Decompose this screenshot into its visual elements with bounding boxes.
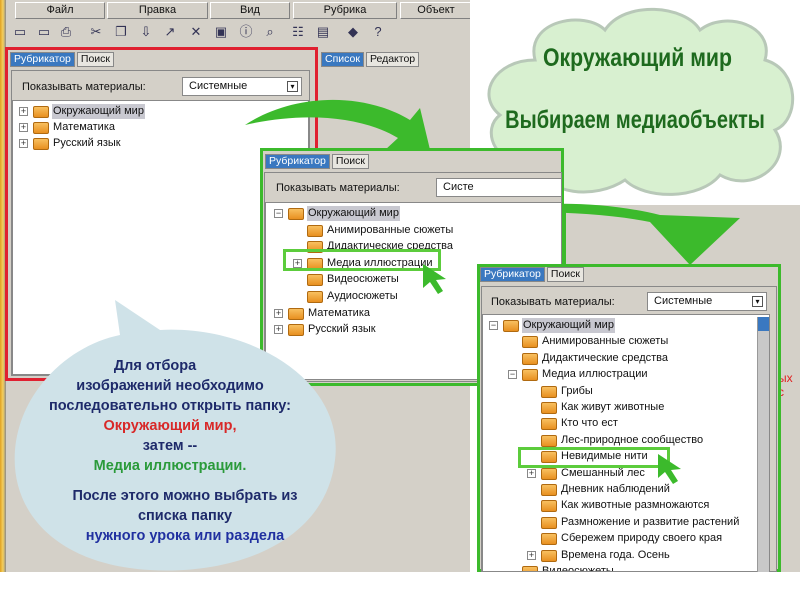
tree-item[interactable]: Кто что ест (483, 416, 769, 431)
folder-icon (522, 566, 538, 571)
folder-icon (541, 418, 557, 431)
tree-item[interactable]: Сбережем природу своего края (483, 531, 769, 546)
tree-item[interactable]: − Окружающий мир (483, 318, 769, 333)
folder-icon (522, 352, 538, 365)
tree-item[interactable]: Анимированные сюжеты (266, 223, 561, 238)
tree-item[interactable]: Как живут животные (483, 400, 769, 415)
tree-item-label: Времена года. Осень (561, 548, 670, 561)
bubble-text: Для отбора изображений необходимо послед… (20, 356, 320, 546)
tree-item[interactable]: + Времена года. Осень (483, 548, 769, 563)
tree-item[interactable]: Как животные размножаются (483, 498, 769, 513)
tree-item-label: Анимированные сюжеты (327, 223, 454, 236)
folder-icon (522, 369, 538, 382)
folder-icon (307, 224, 323, 237)
folder-icon (541, 484, 557, 496)
scrollbar[interactable] (757, 317, 769, 572)
materials-select[interactable]: Систе (436, 178, 562, 197)
bubble-line: затем -- (142, 438, 198, 454)
tree-item-label: Размножение и развитие растений (561, 515, 740, 528)
expand-icon[interactable]: + (527, 550, 536, 560)
folder-icon (288, 208, 304, 220)
folder-icon (503, 320, 519, 332)
tree-item[interactable]: Дневник наблюдений (483, 482, 769, 497)
bubble-line: Для отбора (113, 358, 197, 374)
tree-item[interactable]: − Окружающий мир (266, 206, 561, 221)
tree-item-label: Окружающий мир (307, 206, 400, 221)
bubble-line-highlight-red: Окружающий мир, (103, 418, 237, 434)
folder-icon (541, 434, 557, 447)
folder-icon (541, 402, 557, 414)
tab-search[interactable]: Поиск (546, 267, 585, 282)
tree-item-label: Как животные размножаются (561, 499, 710, 512)
folder-icon (541, 549, 557, 562)
folder-icon (541, 467, 557, 480)
folder-icon (541, 385, 557, 398)
scrollbar-thumb[interactable] (758, 317, 769, 331)
tree-item-label: Как живут животные (561, 401, 665, 413)
filter-label: Показывать материалы: (491, 296, 615, 308)
bubble-line: изображений необходимо (76, 378, 264, 394)
tree-item-label: Лес-природное сообщество (561, 433, 704, 446)
tab-rubricator[interactable]: Рубрикатор (480, 267, 545, 282)
folder-icon (541, 500, 557, 513)
tree-item-label: Кто что ест (561, 417, 618, 430)
tree-item[interactable]: Грибы (483, 384, 769, 399)
tab-search[interactable]: Поиск (331, 154, 370, 169)
bubble-line: последовательно открыть папку: (48, 398, 292, 414)
tree-item[interactable]: Размножение и развитие растений (483, 515, 769, 530)
bubble-line: списка папку (137, 508, 233, 524)
tree-item-label: Видеосюжеты (542, 565, 614, 572)
folder-icon (541, 533, 557, 546)
dropdown-icon[interactable]: ▾ (752, 296, 763, 307)
cursor-icon (423, 264, 446, 294)
tree-item[interactable]: − Медиа иллюстрации (483, 367, 769, 382)
folder-icon (307, 274, 323, 287)
highlight-invisible-threads (518, 447, 670, 468)
tree-item[interactable]: Дидактические средства (483, 351, 769, 366)
folder-icon (541, 516, 557, 529)
collapse-icon[interactable]: − (489, 321, 498, 330)
highlight-media (283, 249, 441, 271)
expand-icon[interactable]: + (527, 468, 536, 478)
tree-item[interactable]: Лес-природное сообщество (483, 433, 769, 448)
materials-select-value: Системные (654, 295, 713, 307)
tree-item-label: Видеосюжеты (327, 273, 399, 286)
tree-item-label: Грибы (561, 384, 593, 397)
bubble-line: После этого можно выбрать из (72, 488, 298, 504)
cursor-icon (658, 454, 681, 484)
materials-select[interactable]: Системные ▾ (647, 292, 767, 311)
tree-item-label: Окружающий мир (522, 318, 615, 333)
tree-item-label: Медиа иллюстрации (542, 368, 648, 381)
tab-rubricator[interactable]: Рубрикатор (265, 154, 330, 169)
tree-item[interactable]: Анимированные сюжеты (483, 334, 769, 349)
tree-item-label: Анимированные сюжеты (542, 335, 669, 348)
collapse-icon[interactable]: − (274, 209, 283, 218)
bubble-line-highlight-green: Медиа иллюстрации. (93, 458, 247, 474)
tree-item-label: Сбережем природу своего края (561, 532, 723, 545)
folder-icon (522, 336, 538, 349)
tree-item-label: Дидактические средства (542, 351, 669, 364)
tree-item[interactable]: Видеосюжеты (483, 564, 769, 572)
rubric-tree-3: − Окружающий мир Анимированные сюжеты Дидак… (482, 314, 770, 572)
collapse-icon[interactable]: − (508, 370, 517, 380)
bubble-line-highlight-blue: нужного урока или раздела (85, 528, 285, 544)
filter-label: Показывать материалы: (276, 182, 400, 194)
